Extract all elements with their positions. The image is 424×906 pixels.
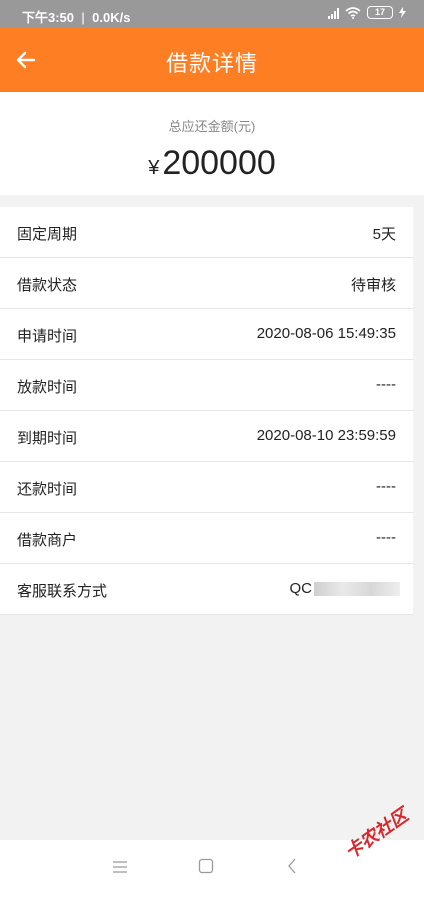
amount-card: 总应还金额(元) ¥200000: [0, 92, 424, 195]
amount-label: 总应还金额(元): [168, 119, 256, 134]
nav-back-button[interactable]: [286, 858, 298, 879]
page-title: 借款详情: [165, 51, 258, 76]
details-list: 固定周期 5天 借款状态 待审核 申请时间 2020-08-06 15:49:3…: [0, 207, 413, 615]
detail-value: ----: [376, 529, 396, 546]
status-time: 下午3:50: [22, 10, 75, 25]
currency-symbol: ¥: [148, 157, 160, 179]
detail-row-repay-time: 还款时间 ----: [0, 462, 413, 513]
signal-icon: [328, 7, 339, 19]
status-left: 下午3:50 | 0.0K/s: [22, 10, 131, 25]
amount-value-block: ¥200000: [0, 144, 424, 183]
menu-icon: [113, 861, 127, 873]
detail-row-apply-time: 申请时间 2020-08-06 15:49:35: [0, 309, 413, 360]
detail-label: 借款商户: [17, 532, 78, 549]
app-header: 借款详情: [0, 28, 424, 92]
detail-value: 2020-08-06 15:49:35: [256, 325, 396, 342]
blurred-contact: [314, 582, 400, 597]
status-right: 17: [328, 6, 406, 19]
wifi-icon: [345, 6, 361, 19]
amount-value: 200000: [162, 144, 276, 182]
detail-row-due-time: 到期时间 2020-08-10 23:59:59: [0, 411, 413, 462]
menu-button[interactable]: [112, 858, 128, 879]
detail-row-disburse-time: 放款时间 ----: [0, 360, 413, 411]
detail-value: QC: [289, 580, 400, 597]
detail-row-period: 固定周期 5天: [0, 207, 413, 258]
detail-value: 待审核: [350, 277, 396, 294]
detail-label: 申请时间: [17, 328, 78, 345]
charging-icon: [399, 7, 406, 18]
detail-value: 2020-08-10 23:59:59: [256, 427, 396, 444]
detail-value: 5天: [372, 226, 396, 243]
contact-prefix: QC: [289, 580, 313, 597]
detail-row-merchant: 借款商户 ----: [0, 513, 413, 564]
detail-row-customer-service: 客服联系方式 QC: [0, 564, 413, 615]
status-bar: 下午3:50 | 0.0K/s 17: [0, 0, 424, 28]
detail-value: ----: [376, 376, 396, 393]
detail-label: 借款状态: [17, 277, 78, 294]
square-icon: [198, 858, 214, 874]
detail-label: 固定周期: [17, 226, 78, 243]
network-speed: 0.0K/s: [92, 10, 131, 25]
detail-value: ----: [376, 478, 396, 495]
home-button[interactable]: [198, 858, 214, 879]
detail-label: 还款时间: [17, 481, 78, 498]
chevron-left-icon: [288, 858, 296, 874]
battery-icon: 17: [367, 6, 393, 19]
detail-label: 放款时间: [17, 379, 78, 396]
detail-label: 客服联系方式: [17, 583, 108, 600]
detail-label: 到期时间: [17, 430, 78, 447]
detail-row-status: 借款状态 待审核: [0, 258, 413, 309]
